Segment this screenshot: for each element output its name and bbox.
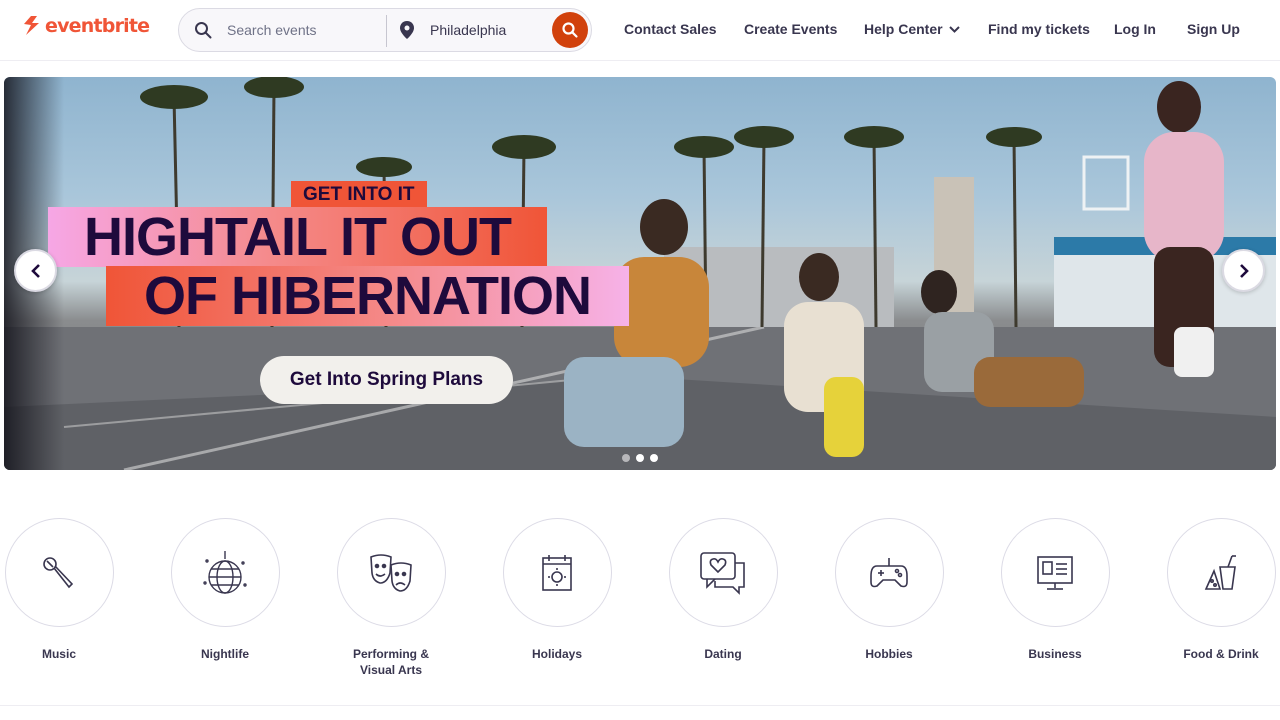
nav-log-in[interactable]: Log In [1114, 21, 1156, 37]
search-input[interactable] [227, 22, 377, 38]
category-business[interactable]: Business [1000, 518, 1110, 662]
carousel-prev-button[interactable] [14, 249, 57, 292]
carousel-next-button[interactable] [1222, 249, 1265, 292]
carousel-dot[interactable] [622, 454, 630, 462]
category-icon-circle [1000, 518, 1110, 627]
chevron-down-icon [948, 25, 960, 33]
hero-headline-line-1: HIGHTAIL IT OUT [48, 207, 547, 267]
category-label: Nightlife [201, 647, 249, 661]
category-dating[interactable]: Dating [668, 518, 778, 662]
logo-text: eventbrite [45, 15, 150, 37]
category-music[interactable]: Music [4, 518, 114, 662]
game-controller-icon [870, 557, 908, 587]
nav-find-my-tickets[interactable]: Find my tickets [988, 21, 1090, 37]
category-label: Dating [704, 647, 742, 661]
search-divider [386, 15, 387, 47]
category-label: Music [41, 647, 76, 661]
hero-carousel: GET INTO IT HIGHTAIL IT OUT OF HIBERNATI… [4, 77, 1276, 470]
location-pin-icon [400, 21, 414, 44]
category-label: Holidays [531, 647, 582, 661]
category-hobbies[interactable]: Hobbies [834, 518, 944, 662]
nav-sign-up[interactable]: Sign Up [1187, 21, 1240, 37]
search-bar: Philadelphia [178, 8, 592, 52]
chevron-left-icon [30, 263, 40, 278]
search-submit-button[interactable] [552, 12, 588, 48]
category-food-drink[interactable]: Food & Drink [1166, 518, 1276, 662]
category-icon-circle [170, 518, 280, 627]
top-navigation-bar: eventbrite Philadelphia Contact Sales Cr… [0, 0, 1280, 61]
category-icon-circle [668, 518, 778, 627]
carousel-dot[interactable] [650, 454, 658, 462]
eventbrite-logo-icon [24, 16, 39, 35]
category-nightlife[interactable]: Nightlife [170, 518, 280, 662]
category-label: Performing & Visual Arts [352, 647, 429, 677]
location-input[interactable]: Philadelphia [430, 22, 506, 38]
eventbrite-logo[interactable]: eventbrite [22, 15, 150, 37]
category-label: Food & Drink [1183, 647, 1259, 661]
chevron-right-icon [1239, 263, 1249, 278]
section-divider [0, 705, 1280, 706]
food-drink-icon [1204, 554, 1236, 590]
category-icon-circle [336, 518, 446, 627]
hero-cta-button[interactable]: Get Into Spring Plans [260, 356, 513, 404]
nav-help-center-label: Help Center [864, 21, 943, 37]
calendar-sun-icon [542, 554, 572, 591]
carousel-dot-active[interactable] [636, 454, 644, 462]
nav-contact-sales[interactable]: Contact Sales [624, 21, 717, 37]
carousel-indicators [622, 454, 658, 462]
microphone-icon [43, 556, 74, 588]
category-label: Hobbies [865, 647, 913, 661]
hero-tagline: GET INTO IT [291, 181, 427, 208]
category-icon-circle [502, 518, 612, 627]
search-icon [194, 21, 212, 44]
nav-help-center[interactable]: Help Center [864, 21, 960, 37]
search-icon [562, 22, 578, 38]
theater-masks-icon [370, 553, 412, 592]
nav-create-events[interactable]: Create Events [744, 21, 837, 37]
disco-ball-icon [203, 550, 247, 594]
category-icon-circle [1166, 518, 1276, 627]
chat-heart-icon [700, 551, 745, 595]
hero-headline-line-2: OF HIBERNATION [106, 266, 629, 326]
category-label: Business [1028, 647, 1082, 661]
category-performing-visual-arts[interactable]: Performing & Visual Arts [336, 518, 446, 678]
category-holidays[interactable]: Holidays [502, 518, 612, 662]
presentation-board-icon [1037, 555, 1073, 590]
category-icon-circle [834, 518, 944, 627]
category-icon-circle [4, 518, 114, 627]
